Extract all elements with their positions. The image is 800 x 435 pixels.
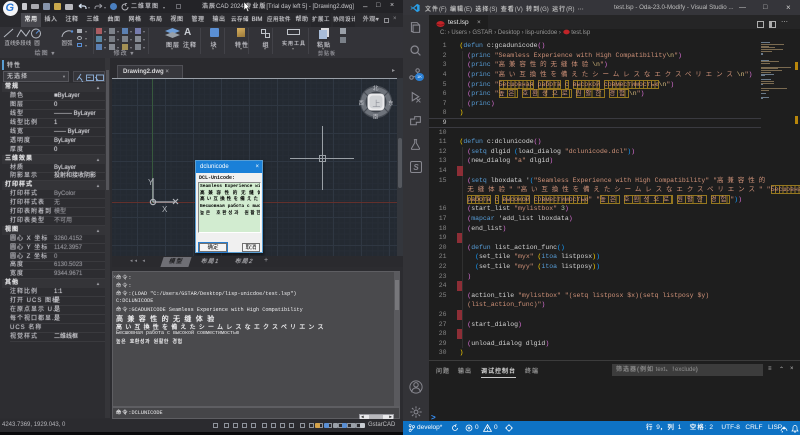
- svg-text:Y: Y: [148, 178, 154, 187]
- svg-text:东: 东: [388, 99, 393, 107]
- svg-text:圆: 圆: [34, 40, 40, 47]
- svg-text:上: 上: [372, 99, 380, 108]
- svg-text:圆弧: 圆弧: [61, 39, 73, 47]
- svg-text:西: 西: [359, 100, 364, 107]
- svg-text:北: 北: [373, 85, 379, 92]
- svg-text:多段线: 多段线: [15, 39, 32, 47]
- svg-text:X: X: [162, 205, 168, 213]
